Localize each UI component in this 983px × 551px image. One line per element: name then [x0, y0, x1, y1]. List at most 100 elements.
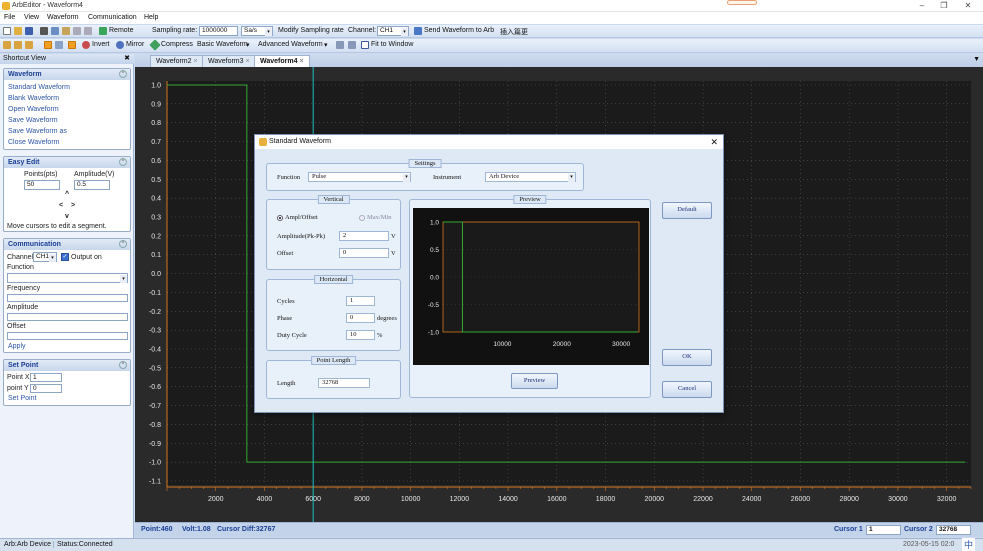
channel-select[interactable]: CH1 ▾: [377, 26, 409, 36]
pencil-icon[interactable]: [3, 41, 11, 49]
collapse-icon[interactable]: ⌃: [119, 240, 127, 248]
menu-view[interactable]: View: [24, 14, 39, 21]
maximize-icon[interactable]: ❐: [934, 1, 954, 11]
cycles-input[interactable]: 1: [346, 296, 375, 306]
undo-icon[interactable]: [73, 27, 81, 35]
compress-button[interactable]: Compress: [161, 41, 193, 48]
point-y-input[interactable]: 0: [30, 384, 62, 393]
frequency-input[interactable]: [7, 294, 128, 302]
paste-icon[interactable]: [62, 27, 70, 35]
grid-icon[interactable]: [55, 41, 63, 49]
remote-icon[interactable]: [99, 27, 107, 35]
zoom-in-icon[interactable]: [336, 41, 344, 49]
save-waveform-as-link[interactable]: Save Waveform as: [8, 128, 67, 135]
cursor1-input[interactable]: 1: [866, 525, 901, 535]
collapse-icon[interactable]: ⌃: [119, 361, 127, 369]
offset-input[interactable]: 0: [339, 248, 389, 258]
zoom-box-icon[interactable]: [68, 41, 76, 49]
standard-waveform-link[interactable]: Standard Waveform: [8, 84, 70, 91]
select-mode-icon[interactable]: [44, 41, 52, 49]
send-waveform-button[interactable]: Send Waveform to Arb: [424, 27, 494, 34]
copy-icon[interactable]: [51, 27, 59, 35]
right-arrow-icon[interactable]: >: [71, 202, 75, 209]
length-input[interactable]: 32768: [318, 378, 370, 388]
function-label: Function: [277, 174, 301, 181]
ok-button[interactable]: OK: [662, 349, 712, 366]
cancel-button[interactable]: Cancel: [662, 381, 712, 398]
phase-input[interactable]: 0: [346, 313, 375, 323]
mirror-button[interactable]: Mirror: [126, 41, 144, 48]
duty-cycle-input[interactable]: 10: [346, 330, 375, 340]
minimize-icon[interactable]: –: [912, 1, 932, 11]
ime-indicator[interactable]: 中: [962, 538, 976, 551]
save-waveform-link[interactable]: Save Waveform: [8, 117, 58, 124]
preview-button[interactable]: Preview: [511, 373, 558, 389]
close-icon[interactable]: ✕: [710, 135, 718, 149]
communication-panel-title[interactable]: Communication ⌃: [4, 239, 130, 250]
offset-input[interactable]: [7, 332, 128, 340]
sampling-unit-select[interactable]: Sa/s ▾: [241, 26, 273, 36]
curve-draw-icon[interactable]: [25, 41, 33, 49]
left-arrow-icon[interactable]: <: [59, 202, 63, 209]
output-checkbox[interactable]: ✓: [61, 253, 69, 261]
set-point-link[interactable]: Set Point: [8, 395, 36, 402]
collapse-icon[interactable]: ⌃: [119, 70, 127, 78]
modify-sampling-rate-button[interactable]: Modify Sampling rate: [278, 27, 344, 34]
cursor2-input[interactable]: 32768: [936, 525, 971, 535]
tab-waveform2[interactable]: Waveform2 ×: [150, 55, 204, 67]
cut-icon[interactable]: [40, 27, 48, 35]
invert-button[interactable]: Invert: [92, 41, 110, 48]
basic-waveform-menu[interactable]: Basic Waveform: [197, 41, 248, 48]
up-arrow-icon[interactable]: ^: [65, 191, 69, 198]
amplitude-input[interactable]: 0.5: [74, 180, 110, 190]
close-icon[interactable]: ✕: [958, 1, 978, 11]
line-draw-icon[interactable]: [14, 41, 22, 49]
close-icon[interactable]: ×: [245, 58, 249, 65]
close-icon[interactable]: ×: [193, 58, 197, 65]
y-tick-label: 1.0: [151, 83, 161, 90]
menu-file[interactable]: File: [4, 14, 15, 21]
default-button[interactable]: Default: [662, 202, 712, 219]
new-icon[interactable]: [3, 27, 11, 35]
down-arrow-icon[interactable]: v: [65, 213, 69, 220]
collapse-icon[interactable]: ⌃: [119, 158, 127, 166]
max-min-radio[interactable]: [359, 215, 365, 221]
menu-communication[interactable]: Communication: [88, 14, 137, 21]
sampling-rate-input[interactable]: 1000000: [199, 26, 238, 36]
ampl-offset-radio[interactable]: [277, 215, 283, 221]
tab-overflow-icon[interactable]: ▼: [973, 56, 980, 63]
amplitude-input[interactable]: [7, 313, 128, 321]
close-icon[interactable]: ×: [299, 58, 303, 65]
tab-waveform3[interactable]: Waveform3 ×: [202, 55, 256, 67]
redo-icon[interactable]: [84, 27, 92, 35]
fit-to-window-button[interactable]: Fit to Window: [371, 41, 413, 48]
menu-help[interactable]: Help: [144, 14, 158, 21]
waveform-panel-title[interactable]: Waveform ⌃: [4, 69, 130, 80]
channel-select[interactable]: CH1 ▾: [33, 252, 57, 262]
function-select[interactable]: Pulse ▾: [308, 172, 411, 182]
function-select[interactable]: ▾: [7, 273, 128, 283]
y-tick-label: 0.9: [151, 101, 161, 108]
save-icon[interactable]: [25, 27, 33, 35]
tab-waveform4[interactable]: Waveform4 ×: [254, 55, 310, 67]
notification-pill[interactable]: [727, 0, 757, 5]
open-icon[interactable]: [14, 27, 22, 35]
menu-waveform[interactable]: Waveform: [47, 14, 79, 21]
sampling-unit-value: Sa/s: [244, 27, 258, 34]
points-input[interactable]: 50: [24, 180, 60, 190]
point-x-input[interactable]: 1: [30, 373, 62, 382]
open-waveform-link[interactable]: Open Waveform: [8, 106, 59, 113]
blank-waveform-link[interactable]: Blank Waveform: [8, 95, 59, 102]
advanced-waveform-menu[interactable]: Advanced Waveform: [258, 41, 323, 48]
instrument-select[interactable]: Arb Device ▾: [485, 172, 576, 182]
apply-link[interactable]: Apply: [8, 343, 26, 350]
amplitude-input[interactable]: 2: [339, 231, 389, 241]
remote-button[interactable]: Remote: [109, 27, 134, 34]
zoom-out-icon[interactable]: [348, 41, 356, 49]
easy-edit-panel-title[interactable]: Easy Edit ⌃: [4, 157, 130, 168]
set-point-panel-title[interactable]: Set Point ⌃: [4, 360, 130, 371]
close-waveform-link[interactable]: Close Waveform: [8, 139, 59, 146]
x-tick-label: 4000: [257, 496, 273, 503]
easy-edit-panel: Easy Edit ⌃ Points(pts) Amplitude(V) 50 0…: [3, 156, 131, 232]
close-icon[interactable]: ✖: [124, 54, 130, 64]
